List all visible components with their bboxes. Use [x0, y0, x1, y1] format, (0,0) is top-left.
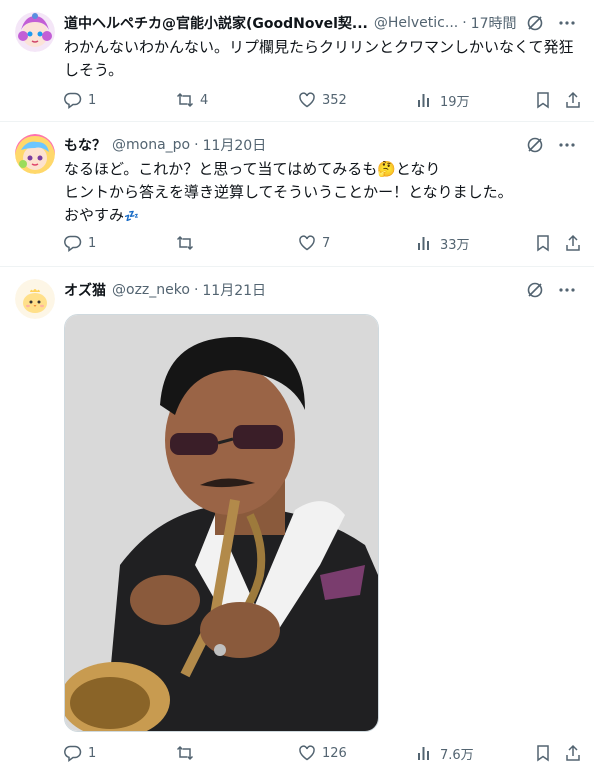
media-photo[interactable] — [64, 314, 379, 732]
trumpet-player-photo — [65, 315, 378, 731]
retweet-button[interactable]: 4 — [176, 89, 208, 111]
timestamp[interactable]: 17時間 — [471, 13, 517, 33]
tweet-header: もな？ @mona_po · 11月20日 — [64, 134, 576, 156]
user-handle[interactable]: @Helvetic... — [374, 15, 458, 31]
reply-icon — [64, 235, 82, 252]
share-button[interactable] — [564, 89, 582, 111]
tweet-header: オズ猫 @ozz_neko · 11月21日 — [64, 279, 576, 301]
bookmark-button[interactable] — [534, 742, 552, 764]
view-count: 7.6万 — [440, 747, 474, 763]
reply-count: 1 — [88, 92, 97, 108]
reply-count: 1 — [88, 235, 97, 251]
views-button[interactable]: 7.6万 — [416, 742, 474, 764]
retweet-button[interactable] — [176, 742, 200, 764]
avatar[interactable] — [15, 134, 55, 174]
bookmark-button[interactable] — [534, 89, 552, 111]
tweet[interactable]: オズ猫 @ozz_neko · 11月21日 1 126 7.6万 — [0, 267, 594, 777]
grok-icon[interactable] — [526, 14, 544, 32]
reply-icon — [64, 92, 82, 109]
share-icon — [566, 744, 580, 761]
like-button[interactable]: 352 — [298, 89, 347, 111]
tweet-actions: 1 7 33万 — [64, 232, 580, 254]
views-button[interactable]: 19万 — [416, 89, 470, 111]
views-icon — [418, 747, 429, 760]
like-icon — [299, 92, 315, 108]
display-name[interactable]: オズ猫 — [64, 280, 106, 300]
bookmark-icon — [537, 92, 549, 109]
retweet-button[interactable] — [176, 232, 200, 254]
more-icon[interactable] — [558, 14, 576, 32]
like-button[interactable]: 126 — [298, 742, 347, 764]
display-name[interactable]: もな？ — [64, 135, 106, 155]
like-icon — [299, 235, 315, 251]
views-button[interactable]: 33万 — [416, 232, 470, 254]
reply-button[interactable]: 1 — [64, 89, 96, 111]
like-icon — [299, 745, 315, 761]
share-icon — [566, 91, 580, 108]
bookmark-icon — [537, 745, 549, 762]
retweet-icon — [176, 235, 194, 251]
tweet-header: 道中ヘルペチカ@官能小説家(GoodNovel契... @Helvetic...… — [64, 12, 576, 34]
timestamp[interactable]: 11月21日 — [202, 280, 266, 300]
tweet-actions: 1 126 7.6万 — [64, 742, 580, 764]
like-count: 126 — [322, 745, 347, 761]
more-icon[interactable] — [558, 281, 576, 299]
view-count: 33万 — [440, 237, 470, 253]
share-button[interactable] — [564, 232, 582, 254]
view-count: 19万 — [440, 94, 470, 110]
avatar[interactable] — [15, 12, 55, 52]
user-handle[interactable]: @ozz_neko — [112, 282, 190, 298]
reply-count: 1 — [88, 745, 97, 761]
reply-button[interactable]: 1 — [64, 232, 96, 254]
retweet-count: 4 — [200, 92, 209, 108]
grok-icon[interactable] — [526, 136, 544, 154]
timestamp[interactable]: 11月20日 — [203, 135, 267, 155]
reply-button[interactable]: 1 — [64, 742, 96, 764]
tweet[interactable]: 道中ヘルペチカ@官能小説家(GoodNovel契... @Helvetic...… — [0, 0, 594, 122]
retweet-icon — [176, 745, 194, 761]
views-icon — [418, 94, 429, 107]
retweet-icon — [176, 92, 194, 108]
bookmark-button[interactable] — [534, 232, 552, 254]
avatar[interactable] — [15, 279, 55, 319]
user-handle[interactable]: @mona_po — [112, 137, 190, 153]
tweet-actions: 1 4 352 19万 — [64, 89, 580, 111]
display-name[interactable]: 道中ヘルペチカ@官能小説家(GoodNovel契... — [64, 13, 368, 33]
like-button[interactable]: 7 — [298, 232, 330, 254]
views-icon — [418, 237, 429, 250]
grok-icon[interactable] — [526, 281, 544, 299]
tweet-text: なるほど。これか？と思って当てはめてみるも🤔となり ヒントから答えを導き逆算して… — [64, 160, 513, 224]
sleep-emoji: 💤 — [124, 209, 139, 223]
share-icon — [566, 234, 580, 251]
tweet[interactable]: もな？ @mona_po · 11月20日 なるほど。これか？と思って当てはめて… — [0, 122, 594, 267]
bookmark-icon — [537, 235, 549, 252]
share-button[interactable] — [564, 742, 582, 764]
like-count: 7 — [322, 235, 331, 251]
more-icon[interactable] — [558, 136, 576, 154]
reply-icon — [64, 745, 82, 762]
tweet-text: わかんないわかんない。リプ欄見たらクリリンとクワマンしかいなくて発狂 しそう。 — [64, 38, 574, 79]
like-count: 352 — [322, 92, 347, 108]
